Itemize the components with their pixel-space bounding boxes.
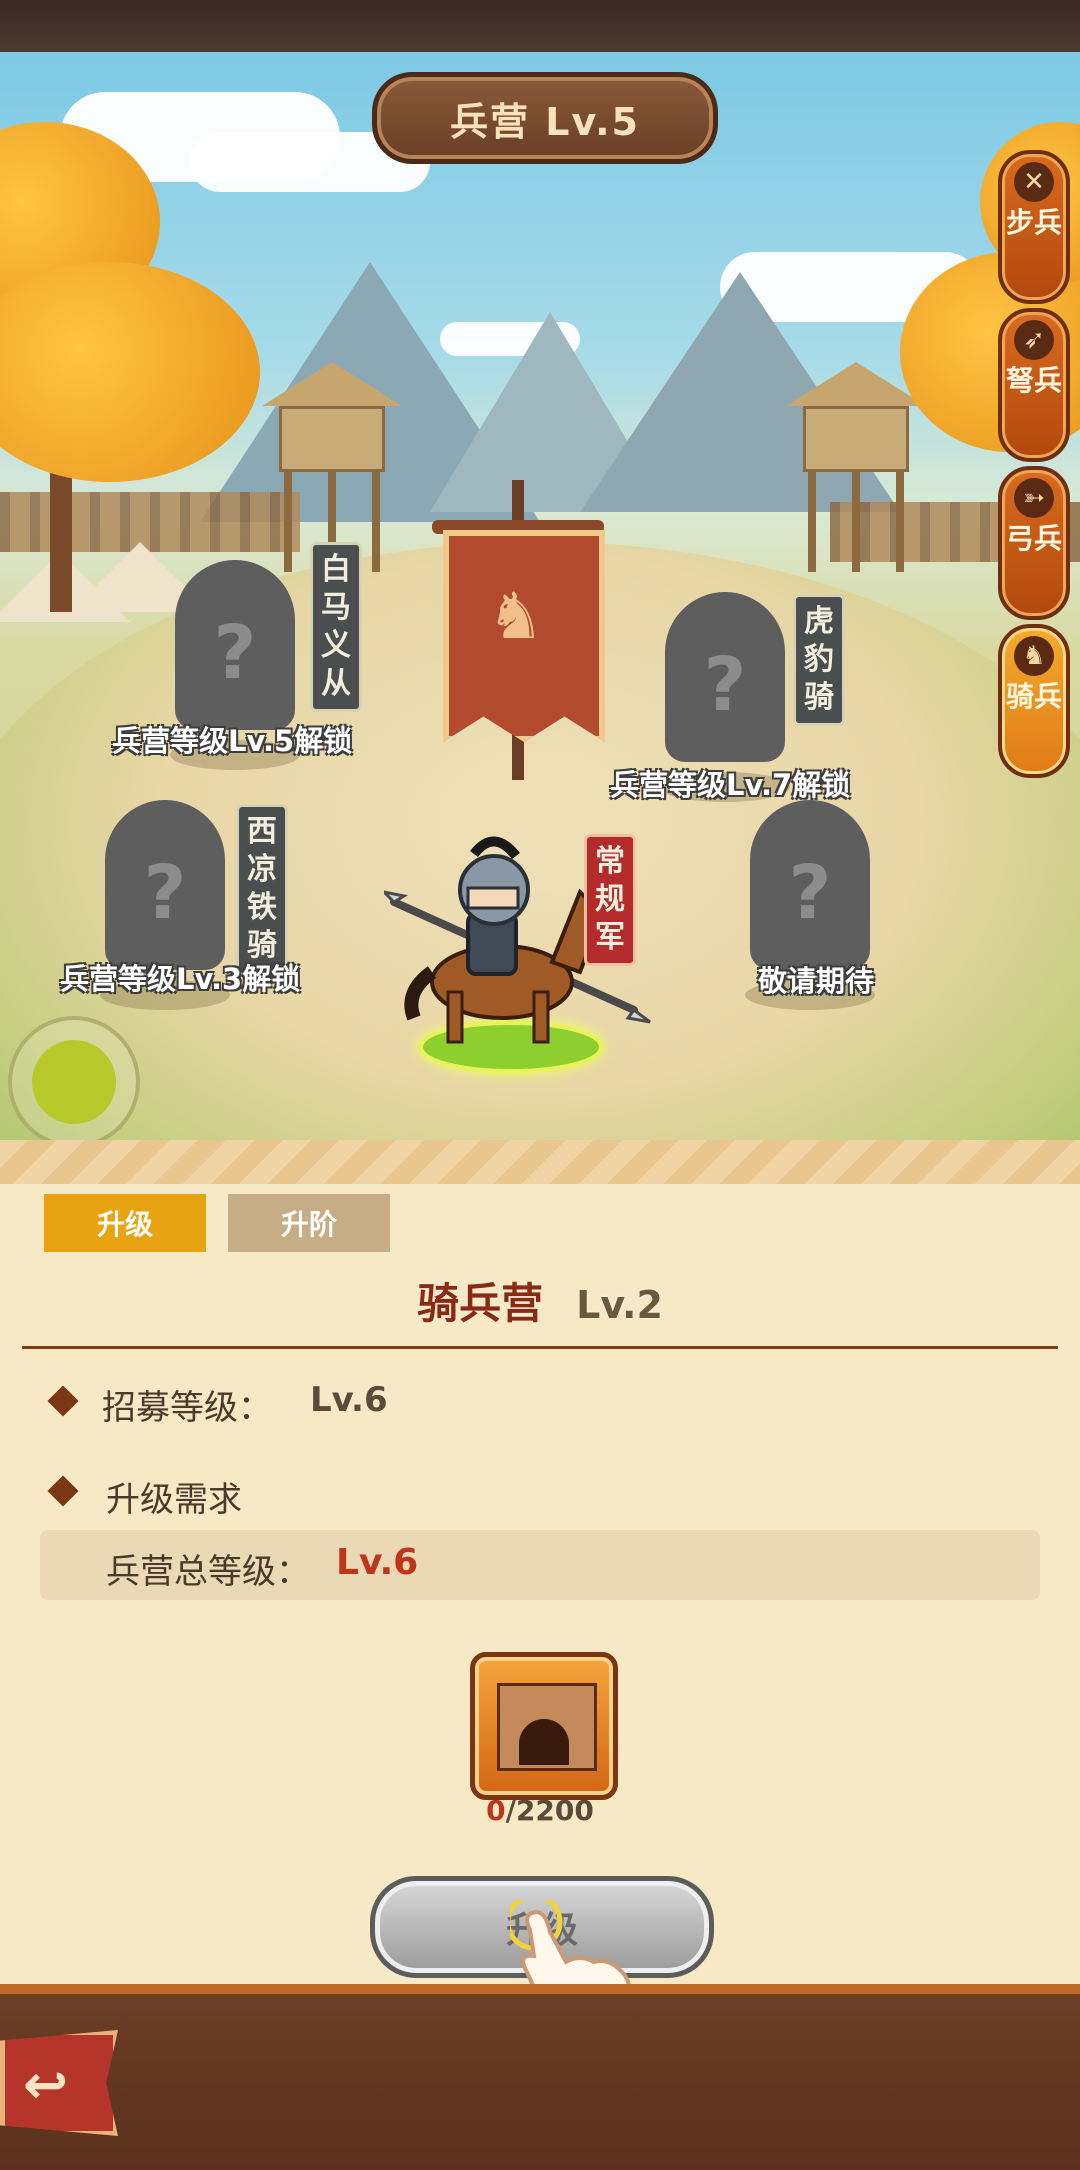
tab-crossbowmen[interactable]: ➶ 弩兵 <box>998 308 1070 462</box>
recruit-level-label: 招募等级： <box>102 1388 272 1428</box>
back-button[interactable]: ↩ <box>0 2030 118 2136</box>
question-mark-icon: ? <box>788 850 832 936</box>
recruit-level-value: Lv.6 <box>310 1380 388 1420</box>
building-name: 骑兵营 <box>417 1279 544 1328</box>
tab-advance[interactable]: 升阶 <box>228 1194 390 1252</box>
top-frame <box>0 0 1080 58</box>
unlock-hint-hubao: 兵营等级Lv.7解锁 <box>610 768 851 802</box>
horse-icon: ♞ <box>1014 636 1054 676</box>
panel-heading: 骑兵营 Lv.2 <box>0 1270 1080 1331</box>
chat-emoji-button[interactable] <box>8 1016 140 1148</box>
unit-name-regular: 常规军 <box>584 834 636 966</box>
tab-upgrade[interactable]: 升级 <box>44 1194 206 1252</box>
gate-arch <box>519 1719 569 1765</box>
question-mark-icon: ? <box>143 850 187 936</box>
tab-crossbowmen-label: 弩兵 <box>1005 364 1062 397</box>
tab-archers[interactable]: ➳ 弓兵 <box>998 466 1070 620</box>
tab-infantry-label: 步兵 <box>1005 206 1062 239</box>
bow-icon: ➳ <box>1014 478 1054 518</box>
requirement-label: 兵营总等级： <box>106 1552 310 1592</box>
watchtower <box>262 362 402 572</box>
unlock-hint-baima: 兵营等级Lv.5解锁 <box>112 724 353 758</box>
tab-archers-label: 弓兵 <box>1005 522 1062 555</box>
unlock-hint-xiliang: 兵营等级Lv.3解锁 <box>60 962 301 996</box>
crossbow-icon: ➶ <box>1014 320 1054 360</box>
crossed-swords-icon: ✕ <box>1014 162 1054 202</box>
cost-counter: 0/2200 <box>0 1794 1080 1827</box>
requirement-title: 升级需求 <box>106 1480 242 1520</box>
unit-name-hubao: 虎豹骑 <box>793 594 845 726</box>
watchtower <box>786 362 926 572</box>
question-mark-icon: ? <box>703 642 747 728</box>
cost-need: /2200 <box>505 1794 594 1827</box>
panel-border <box>0 1140 1080 1184</box>
city-gate-item[interactable] <box>470 1652 618 1800</box>
question-mark-icon: ? <box>213 610 257 696</box>
divider <box>22 1346 1058 1349</box>
cost-have: 0 <box>486 1794 506 1827</box>
coming-soon-label: 敬请期待 <box>758 964 875 998</box>
building-title: 兵营 Lv.5 <box>450 99 640 144</box>
building-title-plate: 兵营 Lv.5 <box>372 72 718 164</box>
tab-cavalry-label: 骑兵 <box>1005 680 1062 713</box>
tab-cavalry[interactable]: ♞ 骑兵 <box>998 624 1070 778</box>
footer-bar <box>0 1984 1080 2170</box>
unit-name-baima: 白马义从 <box>310 542 362 712</box>
building-level: Lv.2 <box>576 1283 663 1327</box>
unit-name-xiliang: 西凉铁骑 <box>236 804 288 974</box>
horse-icon: ♞ <box>487 580 545 654</box>
smiley-icon <box>32 1040 116 1124</box>
requirement-row: 兵营总等级： Lv.6 <box>40 1530 1040 1600</box>
back-arrow-icon: ↩ <box>23 2053 69 2116</box>
requirement-value: Lv.6 <box>336 1542 419 1583</box>
tab-infantry[interactable]: ✕ 步兵 <box>998 150 1070 304</box>
